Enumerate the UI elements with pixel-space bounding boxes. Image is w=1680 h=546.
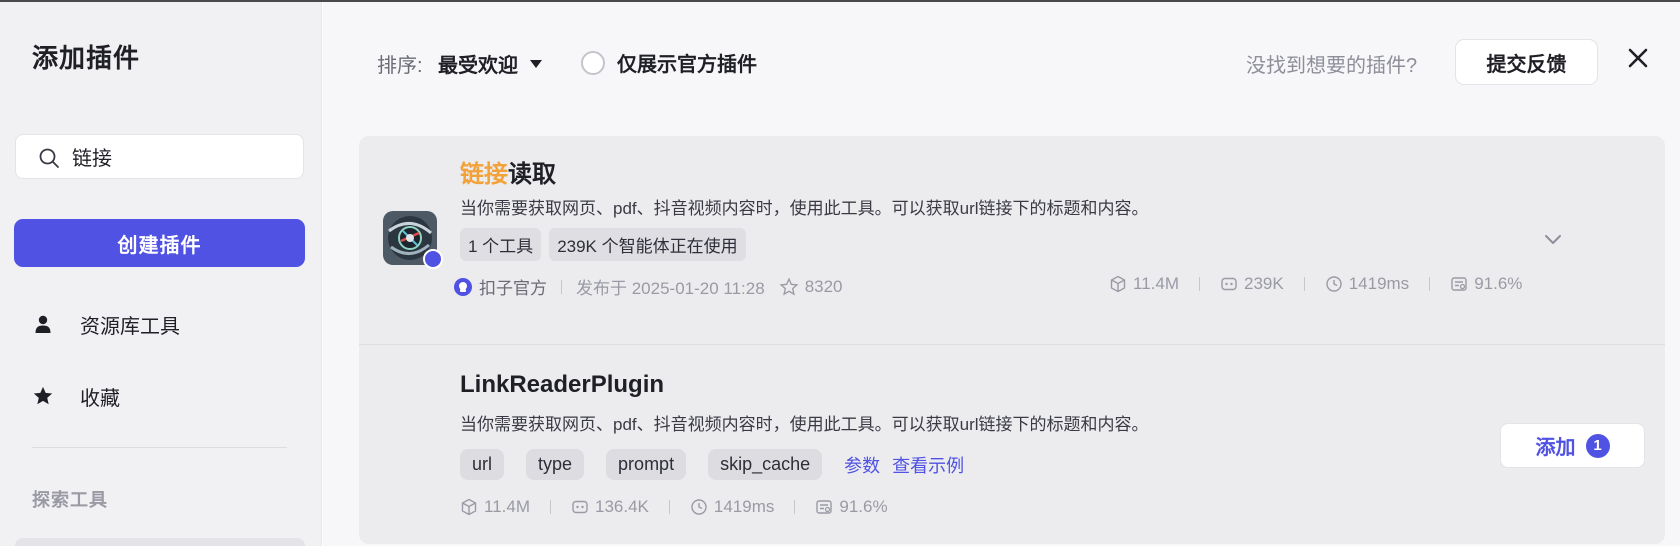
clock-icon: [691, 499, 707, 515]
author-name: 扣子官方: [479, 279, 547, 298]
plugin-description: 当你需要获取网页、pdf、抖音视频内容时，使用此工具。可以获取url链接下的标题…: [460, 199, 1149, 218]
sidebar-item-label: 收藏: [80, 387, 120, 410]
param-tag[interactable]: skip_cache: [708, 449, 823, 480]
plugin-title-highlight: 链接: [460, 161, 508, 188]
stat-latency: 1419ms: [1325, 274, 1409, 294]
param-tag[interactable]: type: [526, 449, 585, 480]
stat-bots-value: 136.4K: [595, 497, 649, 516]
official-badge-icon: [423, 249, 443, 269]
official-only-toggle[interactable]: 仅展示官方插件: [581, 48, 757, 77]
not-found-text: 没找到想要的插件?: [1246, 55, 1418, 77]
user-icon: [32, 313, 54, 335]
favorites[interactable]: 8320: [779, 277, 843, 297]
plugin-stats: 11.4M 239K 1419ms 91.6%: [1109, 274, 1522, 294]
sort-dropdown[interactable]: 最受欢迎: [438, 49, 542, 78]
sidebar: 添加插件 创建插件 资源库工具 收藏 探索工具: [0, 2, 322, 546]
tool-stats: 11.4M 136.4K 1419ms 91.6%: [460, 497, 888, 517]
add-count-badge: 1: [1585, 433, 1610, 458]
radio-icon[interactable]: [581, 50, 605, 75]
plugin-title: 链接读取: [460, 154, 556, 189]
tool-description: 当你需要获取网页、pdf、抖音视频内容时，使用此工具。可以获取url链接下的标题…: [460, 415, 1149, 434]
search-icon: [39, 148, 59, 168]
tool-name: LinkReaderPlugin: [460, 371, 665, 398]
chevron-down-icon[interactable]: [1542, 228, 1564, 250]
add-button-label: 添加: [1535, 437, 1576, 459]
meta-separator: [794, 500, 796, 514]
tag-usage: 239K 个智能体正在使用: [549, 228, 746, 261]
create-plugin-button[interactable]: 创建插件: [14, 219, 305, 267]
stat-success-value: 91.6%: [839, 497, 888, 516]
favorite-count: 8320: [804, 276, 843, 296]
sidebar-section-explore: 探索工具: [32, 490, 108, 510]
stat-latency-value: 1419ms: [713, 497, 775, 516]
sidebar-title: 添加插件: [32, 43, 141, 73]
sidebar-divider: [32, 447, 287, 448]
cube-icon: [1110, 275, 1126, 293]
stat-success: 91.6%: [815, 497, 888, 517]
param-tag[interactable]: prompt: [606, 449, 687, 480]
cube-icon: [461, 498, 477, 516]
tag-tool-count: 1 个工具: [460, 228, 542, 261]
submit-feedback-button[interactable]: 提交反馈: [1455, 39, 1598, 85]
stat-calls-value: 11.4M: [1133, 274, 1179, 293]
plugin-title-rest: 读取: [508, 161, 556, 188]
meta-separator: [1303, 277, 1305, 291]
caret-down-icon: [530, 59, 542, 68]
param-tag[interactable]: url: [460, 449, 505, 480]
params-link[interactable]: 参数: [844, 452, 880, 478]
stat-latency: 1419ms: [690, 497, 774, 517]
plugin-card[interactable]: 链接读取 当你需要获取网页、pdf、抖音视频内容时，使用此工具。可以获取url链…: [359, 136, 1665, 344]
sort-label: 排序:: [377, 55, 423, 77]
stat-bots: 239K: [1220, 274, 1284, 294]
bot-icon: [1221, 277, 1237, 291]
view-example-link[interactable]: 查看示例: [892, 452, 964, 478]
clock-icon: [1326, 276, 1342, 292]
plugin-meta: 扣子官方 发布于 2025-01-20 11:28 8320: [453, 274, 843, 299]
stat-calls: 11.4M: [460, 497, 530, 517]
sidebar-item-favorites[interactable]: 收藏: [32, 376, 292, 416]
sidebar-item-partial[interactable]: [15, 538, 305, 546]
main-panel: 排序: 最受欢迎 仅展示官方插件 没找到想要的插件? 提交反馈 链接读取 当你需…: [323, 2, 1680, 546]
plugin-tags: 1 个工具 239K 个智能体正在使用: [460, 228, 754, 261]
meta-separator: [550, 500, 551, 514]
add-tool-button[interactable]: 添加 1: [1500, 423, 1645, 468]
meta-separator: [1429, 277, 1431, 291]
stat-success-value: 91.6%: [1474, 274, 1523, 293]
stat-success: 91.6%: [1450, 274, 1522, 294]
publish-date: 发布于 2025-01-20 11:28: [576, 279, 765, 298]
author[interactable]: 扣子官方: [453, 274, 547, 299]
star-outline-icon: [779, 276, 799, 296]
search-box[interactable]: [15, 134, 304, 179]
star-icon: [32, 385, 54, 407]
search-input[interactable]: [72, 135, 292, 178]
meta-separator: [668, 500, 670, 514]
bot-icon: [572, 500, 588, 514]
success-rate-icon: [816, 500, 833, 514]
tool-card[interactable]: LinkReaderPlugin 当你需要获取网页、pdf、抖音视频内容时，使用…: [359, 345, 1665, 544]
meta-separator: [561, 279, 562, 294]
meta-separator: [1199, 277, 1200, 291]
tool-params: url type prompt skip_cache 参数 查看示例: [460, 449, 976, 480]
stat-bots-value: 239K: [1244, 274, 1284, 293]
stat-calls-value: 11.4M: [484, 497, 530, 516]
sort-value: 最受欢迎: [438, 55, 518, 77]
success-rate-icon: [1451, 277, 1467, 291]
author-logo-icon: [454, 277, 472, 296]
stat-bots: 136.4K: [571, 497, 649, 517]
sidebar-item-library-tools[interactable]: 资源库工具: [32, 304, 292, 344]
stat-latency-value: 1419ms: [1348, 274, 1410, 293]
stat-calls: 11.4M: [1109, 274, 1179, 294]
close-icon[interactable]: [1625, 45, 1651, 71]
sidebar-item-label: 资源库工具: [80, 315, 180, 338]
official-only-label: 仅展示官方插件: [617, 54, 757, 76]
